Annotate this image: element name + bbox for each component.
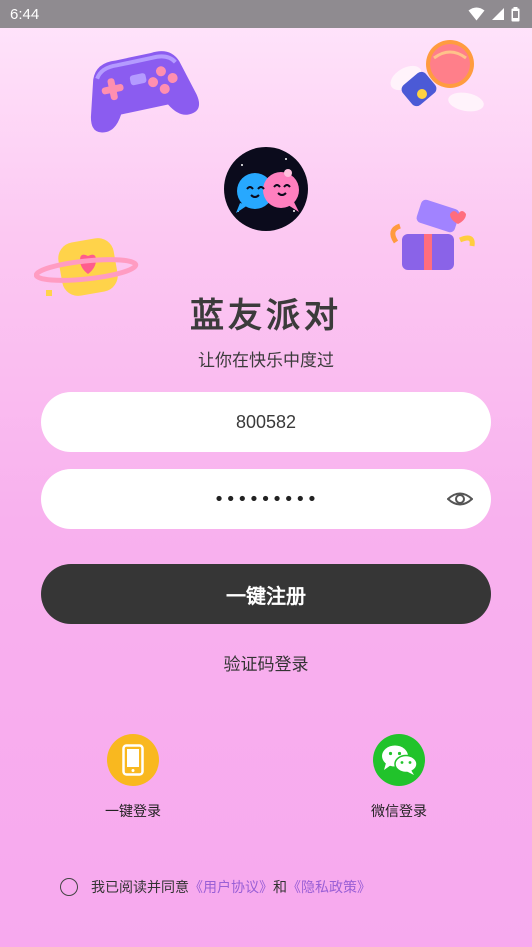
gift-box-icon [390,199,475,270]
battery-icon [511,6,520,21]
gamepad-icon [90,51,200,133]
user-agreement-link[interactable]: 《用户协议》 [189,877,273,897]
wechat-login-label: 微信登录 [371,804,427,820]
eye-icon[interactable] [447,487,473,511]
app-title: 蓝友派对 [190,296,342,336]
app-logo [224,147,308,231]
app-subtitle: 让你在快乐中度过 [198,351,334,371]
wechat-login-button[interactable] [373,734,425,786]
code-login-link[interactable]: 验证码登录 [0,650,532,675]
password-field[interactable]: ••••••••• [41,469,491,529]
agreement-radio[interactable] [60,878,78,896]
phone-login-button[interactable] [107,734,159,786]
agreement-prefix: 我已阅读并同意 [91,880,189,896]
agreement-and: 和 [273,880,287,896]
status-icons [468,6,520,22]
wifi-icon [468,7,485,21]
status-time: 6:44 [10,5,40,23]
wechat-icon [382,745,418,775]
phone-field[interactable] [41,392,491,452]
logo-icon [236,158,299,213]
one-click-login[interactable]: 一键登录 [73,734,193,821]
privacy-policy-link[interactable]: 《隐私政策》 [287,877,371,897]
register-button[interactable]: 一键注册 [41,564,491,624]
one-click-login-label: 一键登录 [105,804,161,820]
phone-input[interactable] [116,411,416,433]
wechat-login[interactable]: 微信登录 [339,734,459,821]
agreement-row: 我已阅读并同意 《用户协议》 和 《隐私政策》 [60,877,371,897]
signal-icon [492,8,504,20]
microphone-icon [390,40,484,112]
phone-icon [122,744,144,776]
status-bar: 6:44 [0,0,532,28]
password-input[interactable]: ••••••••• [214,489,319,510]
